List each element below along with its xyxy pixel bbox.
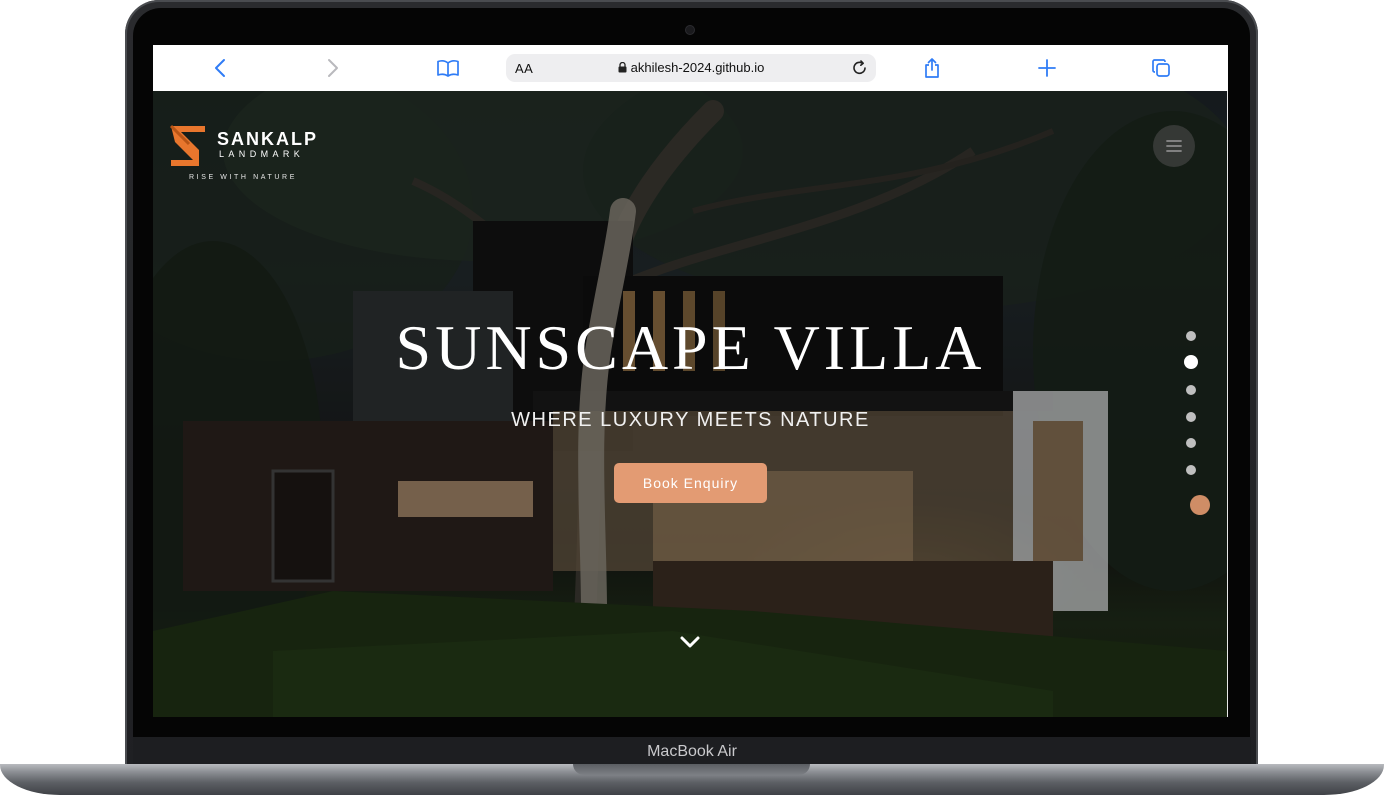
laptop-chin: MacBook Air — [133, 737, 1251, 767]
reload-icon[interactable] — [850, 58, 870, 78]
menu-button[interactable] — [1153, 125, 1195, 167]
hero-title: SUNSCAPE VILLA — [395, 312, 986, 383]
laptop-base-notch — [573, 764, 810, 775]
chevron-down-icon[interactable] — [679, 634, 701, 650]
scroll-progress-indicator[interactable] — [1190, 495, 1210, 515]
hero-section: SANKALP LANDMARK RISE WITH NATURE SUNSCA… — [153, 91, 1228, 717]
sankalp-logo-icon — [169, 124, 205, 166]
slide-dot[interactable] — [1186, 412, 1196, 422]
tabs-icon — [1152, 59, 1170, 77]
plus-icon — [1038, 59, 1056, 77]
book-enquiry-button[interactable]: Book Enquiry — [614, 463, 767, 503]
bookmarks-button[interactable] — [431, 53, 465, 83]
share-icon — [925, 58, 939, 78]
lock-icon — [618, 62, 627, 73]
slide-dot-active[interactable] — [1184, 355, 1198, 369]
chevron-right-icon — [328, 59, 338, 77]
hamburger-icon — [1166, 140, 1182, 152]
slide-dot[interactable] — [1186, 385, 1196, 395]
chevron-left-icon — [215, 59, 225, 77]
share-button[interactable] — [915, 53, 949, 83]
slide-dot[interactable] — [1186, 331, 1196, 341]
tabs-overview-button[interactable] — [1144, 53, 1178, 83]
hero-subtitle: WHERE LUXURY MEETS NATURE — [511, 409, 870, 431]
forward-button[interactable] — [316, 53, 350, 83]
scroll-edge — [1227, 91, 1228, 717]
site-logo[interactable]: SANKALP LANDMARK RISE WITH NATURE — [169, 124, 329, 184]
hero-background-image — [153, 91, 1228, 717]
logo-tagline: RISE WITH NATURE — [189, 174, 297, 181]
url-text: akhilesh-2024.github.io — [630, 60, 765, 75]
screen: AA akhilesh-2024.github.io SANKALP LANDM… — [153, 45, 1228, 717]
book-icon — [437, 60, 459, 77]
back-button[interactable] — [203, 53, 237, 83]
logo-sub: LANDMARK — [219, 149, 305, 159]
logo-name: SANKALP — [217, 129, 319, 149]
new-tab-button[interactable] — [1030, 53, 1064, 83]
address-bar[interactable]: AA akhilesh-2024.github.io — [506, 54, 876, 82]
camera — [686, 26, 694, 34]
browser-toolbar: AA akhilesh-2024.github.io — [153, 45, 1228, 92]
device-label: MacBook Air — [647, 743, 737, 760]
slide-dot[interactable] — [1186, 465, 1196, 475]
slide-dot[interactable] — [1186, 438, 1196, 448]
